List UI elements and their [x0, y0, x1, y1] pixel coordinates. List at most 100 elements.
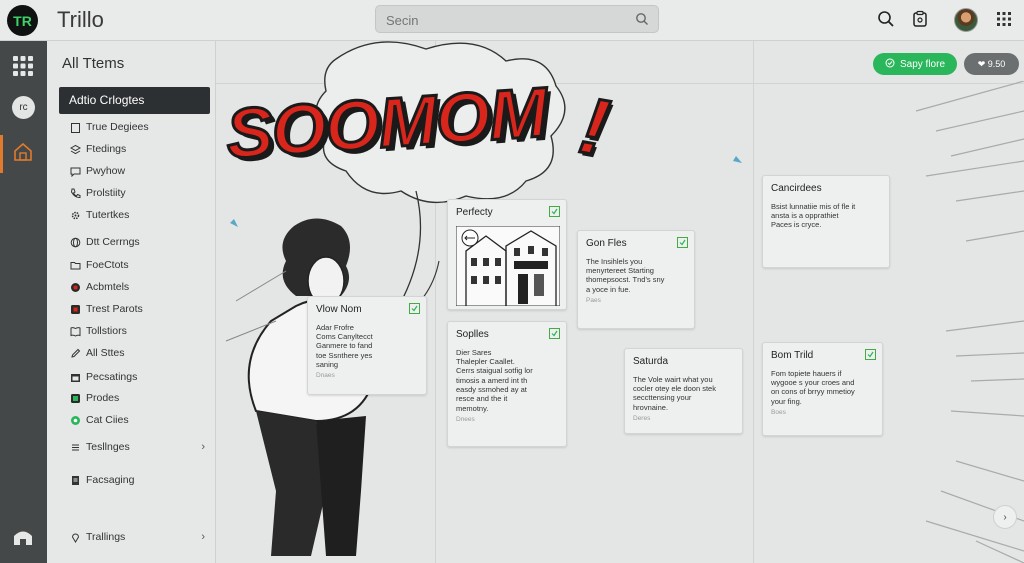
bottom-home-icon[interactable] — [12, 527, 34, 552]
sidebar-item[interactable]: Acbmtels — [69, 277, 205, 297]
card-title: Cancirdees — [771, 183, 822, 194]
clipboard-icon — [69, 121, 81, 133]
search-bar[interactable] — [375, 5, 659, 34]
app-title: Trillo — [57, 7, 104, 32]
sidebar-title: All Ttems — [62, 55, 125, 72]
chat-icon — [69, 165, 81, 177]
list-icon — [69, 441, 81, 453]
sidebar-item[interactable]: All Sttes — [69, 343, 205, 363]
sidebar-item[interactable]: Tesllnges › — [69, 437, 205, 457]
chevron-right-icon: › — [1003, 511, 1007, 523]
sidebar-item[interactable]: Pwyhow — [69, 161, 205, 181]
primary-action-label: Sapy flore — [899, 58, 946, 70]
sidebar-item[interactable]: Prodes — [69, 388, 205, 408]
chevron-right-icon[interactable]: › — [201, 531, 205, 543]
sidebar-item-label: Trallings — [86, 531, 126, 543]
chevron-right-icon[interactable]: › — [201, 441, 205, 453]
checkbox-icon[interactable] — [549, 328, 560, 339]
pin-icon — [69, 531, 81, 543]
layers-icon — [69, 143, 81, 155]
search-icon[interactable] — [635, 12, 649, 31]
folder-icon — [69, 259, 81, 271]
secondary-action-button[interactable]: ❤ 9.50 — [964, 53, 1019, 75]
sidebar-item[interactable]: Prolstiity — [69, 183, 205, 203]
building-image — [455, 225, 561, 306]
card-body: The Vole wairt what you cocler otey ele … — [633, 374, 716, 412]
card-title: Gon Fles — [586, 238, 627, 249]
sidebar-item-label: Ftedings — [86, 143, 127, 155]
sidebar-item-label: Tollstiors — [86, 325, 127, 337]
clipboard-icon[interactable] — [912, 10, 928, 33]
sidebar-item-label: All Sttes — [86, 347, 125, 359]
primary-action-button[interactable]: Sapy flore — [873, 53, 957, 75]
check-circle-icon — [885, 58, 895, 71]
card-title: Saturda — [633, 356, 669, 367]
sidebar-item[interactable]: Trallings › — [69, 527, 205, 547]
sidebar-item-label: Cat Ciies — [86, 414, 129, 426]
card[interactable]: Gon Fles The Insihlels you menyrtereet S… — [577, 230, 695, 329]
sidebar: All Ttems Adtio Crlogtes True Degiees Ft… — [47, 41, 216, 563]
sidebar-item[interactable]: Dtt Cerrngs — [69, 232, 205, 252]
checkbox-icon[interactable] — [865, 349, 876, 360]
sidebar-item[interactable]: Pecsatings — [69, 367, 205, 387]
sidebar-item-label: Tutertkes — [86, 209, 130, 221]
left-rail: rc — [0, 41, 47, 563]
card-meta: Dnaes — [316, 372, 335, 380]
sidebar-item[interactable]: Trest Parots — [69, 299, 205, 319]
sidebar-item-label: Tesllnges — [86, 441, 130, 453]
card-body: Fom topiete hauers if wygooe s your croe… — [771, 368, 855, 406]
card-body: The Insihlels you menyrtereet Starting t… — [586, 256, 665, 294]
card-meta: Dnees — [456, 416, 475, 424]
card[interactable]: Soplles Dier Sares Thalepler Caallet. Ce… — [447, 321, 567, 447]
document-icon — [69, 474, 81, 486]
card-title: Soplles — [456, 329, 489, 340]
top-bar: TR Trillo — [0, 0, 1024, 41]
home-icon[interactable] — [12, 141, 34, 168]
sidebar-item[interactable]: Tollstiors — [69, 321, 205, 341]
green-dot-icon — [69, 414, 81, 426]
workspace-badge[interactable]: rc — [12, 96, 35, 119]
card-body: Adar Frofre Coms Canyltecct Ganmere to f… — [316, 322, 373, 370]
book-icon — [69, 325, 81, 337]
avatar[interactable] — [954, 8, 978, 32]
card-body: Bsist lunnatiie mis of fle it ansta is a… — [771, 201, 856, 230]
sidebar-item[interactable]: Tutertkes — [69, 205, 205, 225]
sidebar-item-label: Prolstiity — [86, 187, 126, 199]
card-meta: Paes — [586, 297, 601, 304]
card[interactable]: Bom Trild Fom topiete hauers if wygooe s… — [762, 342, 883, 436]
search-input[interactable] — [376, 6, 628, 34]
sidebar-item-active[interactable]: Adtio Crlogtes — [59, 87, 210, 114]
sidebar-item-label: Facsaging — [86, 474, 135, 486]
sidebar-item[interactable]: Facsaging — [69, 470, 205, 490]
next-page-button[interactable]: › — [993, 505, 1017, 529]
globe-icon — [69, 236, 81, 248]
checkbox-icon[interactable] — [677, 237, 688, 248]
red-square-icon — [69, 303, 81, 315]
search-icon[interactable] — [877, 10, 895, 33]
grid-icon[interactable] — [997, 12, 1011, 31]
card[interactable]: Saturda The Vole wairt what you cocler o… — [624, 348, 743, 434]
card[interactable]: Cancirdees Bsist lunnatiie mis of fle it… — [762, 175, 890, 268]
sidebar-item[interactable]: Cat Ciies — [69, 410, 205, 430]
calendar-icon — [69, 371, 81, 383]
red-badge-icon — [69, 281, 81, 293]
sidebar-item-label: Prodes — [86, 392, 120, 404]
card-title: Bom Trild — [771, 350, 814, 361]
sidebar-item-label: True Degiees — [86, 121, 149, 133]
sidebar-item[interactable]: FoeCtots — [69, 255, 205, 275]
card[interactable]: Perfecty — [447, 199, 567, 310]
apps-grid-icon[interactable] — [12, 55, 34, 82]
sidebar-item-label: Dtt Cerrngs — [86, 236, 140, 248]
gear-icon — [69, 209, 81, 221]
checkbox-icon[interactable] — [549, 206, 560, 217]
pen-icon — [69, 347, 81, 359]
sidebar-item-label: Pecsatings — [86, 371, 138, 383]
card-body: Dier Sares Thalepler Caallet. Cerrs stai… — [456, 347, 533, 413]
app-logo[interactable]: TR — [7, 5, 38, 36]
card[interactable]: Vlow Nom Adar Frofre Coms Canyltecct Gan… — [307, 296, 427, 395]
speed-lines — [915, 81, 1024, 563]
sidebar-item[interactable]: True Degiees — [69, 117, 205, 137]
checkbox-icon[interactable] — [409, 303, 420, 314]
card-meta: Boes — [771, 409, 786, 416]
sidebar-item[interactable]: Ftedings — [69, 139, 205, 159]
